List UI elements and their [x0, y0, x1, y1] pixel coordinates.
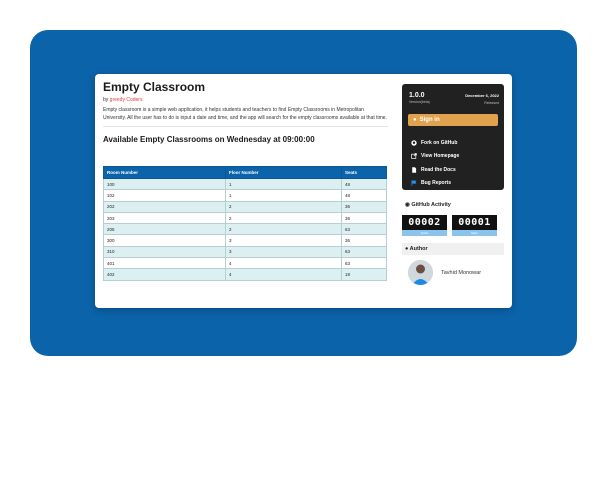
floor-number-cell: 3	[225, 245, 342, 259]
divider	[103, 126, 388, 127]
flag-icon	[411, 180, 417, 186]
seats-cell: 63	[341, 245, 387, 259]
header-floor-number: Floor Number	[225, 166, 342, 179]
author-card[interactable]: Tavhid Monowar	[402, 260, 504, 285]
menu-item-label: View Homepage	[421, 153, 460, 160]
menu-item-bug-reports[interactable]: Bug Reports	[411, 177, 459, 191]
results-heading: Available Empty Classrooms on Wednesday …	[103, 135, 315, 144]
github-activity-label: GitHub Activity	[411, 202, 451, 208]
room-number-cell: 202	[103, 200, 226, 213]
sidebar: 1.0.0 Version(beta) December 6, 2022 Rel…	[402, 84, 504, 285]
seats-cell: 48	[341, 189, 387, 202]
stars-counter: 00001 Stars	[452, 215, 497, 236]
stars-count: 00001	[452, 215, 497, 230]
table-row: 100 1 48	[103, 177, 387, 191]
floor-number-cell: 2	[225, 200, 342, 213]
user-icon: ●	[413, 117, 417, 123]
header-seats: Seats	[341, 166, 387, 179]
rooms-table: Room Number Floor Number Seats 100 1 48 10…	[103, 166, 387, 281]
room-number-cell: 402	[103, 268, 226, 281]
seats-cell: 63	[341, 257, 387, 270]
github-activity-heading: ◉ GitHub Activity	[402, 202, 504, 208]
table-header-row: Room Number Floor Number Seats	[103, 166, 387, 179]
room-number-cell: 100	[103, 177, 226, 191]
author-org-link[interactable]: greedy Coders	[110, 97, 143, 103]
project-info-panel: 1.0.0 Version(beta) December 6, 2022 Rel…	[402, 84, 504, 190]
seats-cell: 18	[341, 268, 387, 281]
sign-in-label: Sign in	[419, 117, 440, 123]
floor-number-cell: 4	[225, 257, 342, 270]
floor-number-cell: 1	[225, 177, 342, 191]
forks-label: Forks	[402, 230, 447, 236]
avatar-image	[408, 260, 433, 285]
main-content: Empty Classroom by greedy Coders Empty c…	[103, 80, 388, 144]
release-date: December 6, 2022	[465, 93, 499, 98]
app-description: Empty classroom is a simple web applicat…	[103, 107, 387, 121]
person-icon: ●	[405, 246, 409, 252]
room-number-cell: 310	[103, 245, 226, 259]
version-row: 1.0.0 Version(beta) December 6, 2022 Rel…	[409, 92, 499, 105]
author-name: Tavhid Monowar	[441, 269, 482, 276]
room-number-cell: 203	[103, 211, 226, 225]
room-number-cell: 102	[103, 189, 226, 202]
page-title: Empty Classroom	[103, 80, 206, 94]
author-heading-label: Author	[409, 246, 428, 252]
table-row: 203 2 36	[103, 211, 387, 225]
seats-cell: 48	[341, 177, 387, 191]
release-label: Released	[484, 101, 499, 105]
table-row: 102 1 48	[103, 189, 387, 202]
floor-number-cell: 3	[225, 234, 342, 247]
by-label: by	[103, 97, 109, 103]
menu-item-label: Bug Reports	[421, 180, 451, 187]
forks-count: 00002	[402, 215, 447, 230]
menu-item-label: Read the Docs	[421, 166, 456, 173]
table-row: 310 3 63	[103, 245, 387, 259]
room-number-cell: 300	[103, 234, 226, 247]
floor-number-cell: 4	[225, 268, 342, 281]
menu-item-fork-on-github[interactable]: Fork on GitHub	[411, 136, 459, 150]
app-window: Empty Classroom by greedy Coders Empty c…	[95, 74, 512, 308]
table-row: 402 4 18	[103, 268, 387, 281]
byline: by greedy Coders	[103, 97, 388, 103]
menu-item-read-the-docs[interactable]: Read the Docs	[411, 163, 459, 177]
floor-number-cell: 2	[225, 211, 342, 225]
table-row: 401 4 63	[103, 257, 387, 270]
document-icon	[412, 167, 417, 173]
table-row: 300 3 36	[103, 234, 387, 247]
menu-item-view-homepage[interactable]: View Homepage	[411, 150, 459, 164]
author-heading: ● Author	[402, 243, 504, 255]
menu-item-label: Fork on GitHub	[421, 139, 458, 146]
sign-in-button[interactable]: ● Sign in	[408, 114, 498, 126]
seats-cell: 36	[341, 211, 387, 225]
table-row: 205 2 63	[103, 223, 387, 236]
header-room-number: Room Number	[103, 166, 226, 179]
floor-number-cell: 2	[225, 223, 342, 236]
avatar	[408, 260, 433, 285]
room-number-cell: 401	[103, 257, 226, 270]
external-link-icon	[411, 153, 417, 160]
forks-counter: 00002 Forks	[402, 215, 447, 236]
stars-label: Stars	[452, 230, 497, 236]
github-icon	[411, 140, 417, 146]
github-icon: ◉	[405, 202, 410, 208]
floor-number-cell: 1	[225, 189, 342, 202]
seats-cell: 63	[341, 223, 387, 236]
github-counters: 00002 Forks 00001 Stars	[402, 215, 504, 236]
seats-cell: 36	[341, 234, 387, 247]
seats-cell: 36	[341, 200, 387, 213]
room-number-cell: 205	[103, 223, 226, 236]
project-links-menu: Fork on GitHub View Homepage Read the Do…	[411, 136, 459, 190]
table-row: 202 2 36	[103, 200, 387, 213]
